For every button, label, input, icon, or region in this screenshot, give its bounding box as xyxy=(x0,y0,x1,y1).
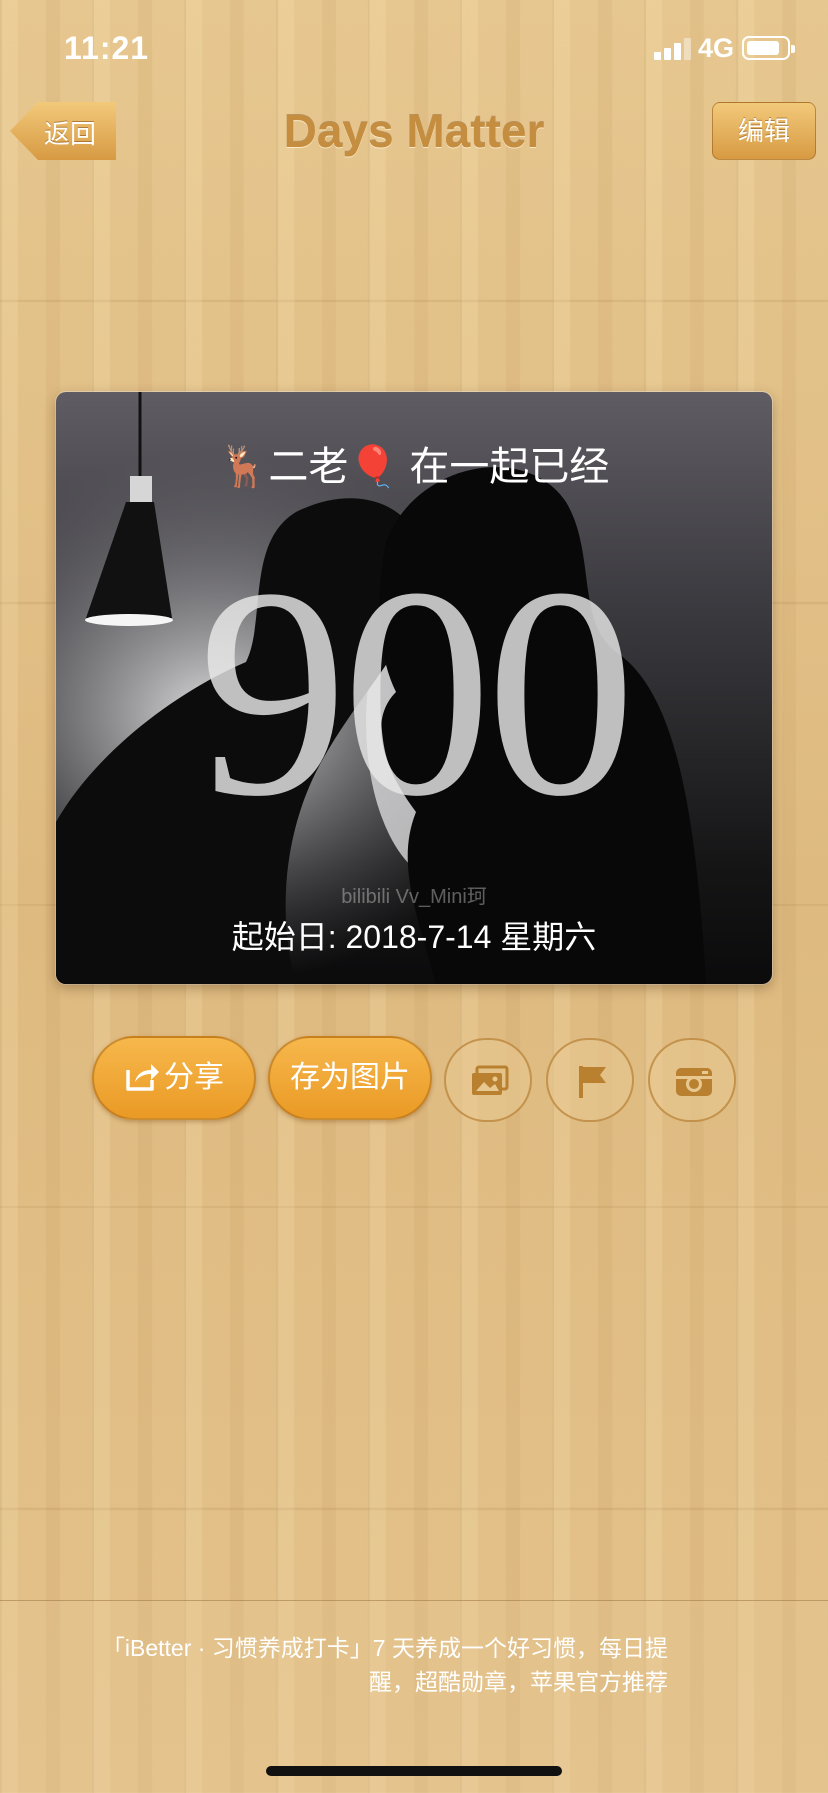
watermark: bilibili Vv_Mini珂 xyxy=(341,886,487,908)
day-count: 900 xyxy=(198,526,636,858)
change-photo-button[interactable] xyxy=(444,1038,532,1122)
camera-button[interactable] xyxy=(648,1038,736,1122)
flag-button[interactable] xyxy=(546,1038,634,1122)
home-indicator[interactable] xyxy=(266,1766,562,1776)
camera-icon xyxy=(676,1068,712,1096)
battery-icon xyxy=(742,36,795,60)
status-bar: 11:21 4G xyxy=(0,0,828,100)
edit-button[interactable]: 编辑 xyxy=(712,102,816,160)
photos-icon xyxy=(472,1065,509,1095)
event-card: 🦌二老🎈 在一起已经 900 bilibili Vv_Mini珂 起始日: 20… xyxy=(56,392,772,984)
network-type: 4G xyxy=(698,33,735,63)
share-button[interactable]: 分享 xyxy=(92,1036,256,1120)
page-title: Days Matter xyxy=(283,105,545,157)
flag-icon xyxy=(579,1066,606,1098)
ad-banner[interactable]: 「iBetter · 习惯养成打卡」7 天养成一个好习惯，每日提醒，超酷勋章，苹… xyxy=(0,1600,828,1793)
status-time: 11:21 xyxy=(64,30,150,66)
event-title: 🦌二老🎈 在一起已经 xyxy=(218,445,610,489)
share-icon xyxy=(126,1064,159,1091)
share-label: 分享 xyxy=(164,1061,224,1094)
start-date: 起始日: 2018-7-14 星期六 xyxy=(231,919,597,955)
save-image-button[interactable]: 存为图片 xyxy=(268,1036,432,1120)
signal-icon xyxy=(654,36,694,60)
ad-text: 「iBetter · 习惯养成打卡」7 天养成一个好习惯，每日提醒，超酷勋章，苹… xyxy=(101,1635,668,1695)
